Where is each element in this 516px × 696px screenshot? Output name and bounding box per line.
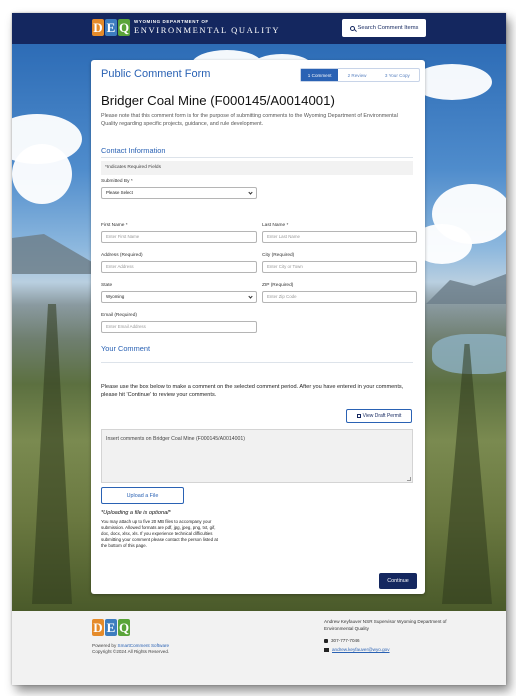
comment-placeholder: Insert comments on Bridger Coal Mine (F0… bbox=[106, 436, 245, 442]
state-label: State bbox=[101, 283, 113, 288]
tree bbox=[32, 304, 72, 604]
state-select[interactable]: Wyoming bbox=[101, 291, 257, 303]
resize-handle-icon[interactable] bbox=[407, 477, 411, 481]
zip-label: ZIP (Required) bbox=[262, 283, 294, 288]
state-value: Wyoming bbox=[106, 294, 125, 299]
first-name-label: First Name * bbox=[101, 223, 128, 228]
step-your-copy: 3 Your Copy bbox=[384, 72, 410, 78]
logo-letter-d: D bbox=[92, 19, 104, 36]
public-comment-form-card: Public Comment Form 1 Comment 2 Review 3… bbox=[91, 60, 425, 594]
logo-letter-e: E bbox=[105, 619, 117, 636]
page: D E Q WYOMING DEPARTMENT OF ENVIRONMENTA… bbox=[12, 13, 506, 685]
address-input[interactable]: Enter Address bbox=[101, 261, 257, 273]
address-label: Address (Required) bbox=[101, 253, 143, 258]
cloud bbox=[12, 144, 72, 204]
powered-by: Powered by SmartComment Software Copyrig… bbox=[92, 643, 169, 655]
mountain bbox=[12, 234, 92, 274]
contact-phone[interactable]: 307-777-7046 bbox=[331, 637, 360, 644]
agency-name: ENVIRONMENTAL QUALITY bbox=[134, 25, 281, 35]
email-input[interactable]: Enter Email Address bbox=[101, 321, 257, 333]
footer: D E Q Powered by SmartComment Software C… bbox=[12, 611, 506, 685]
chevron-down-icon bbox=[248, 190, 253, 195]
contact-person: Andrew Keyfauver NSR Supervisor Wyoming … bbox=[324, 619, 447, 631]
your-comment-heading: Your Comment bbox=[101, 344, 151, 353]
search-button-label: Search Comment Items bbox=[357, 25, 419, 31]
chevron-down-icon bbox=[248, 294, 253, 299]
city-label: City (Required) bbox=[262, 253, 295, 258]
search-icon bbox=[349, 25, 355, 31]
last-name-input[interactable]: Enter Last Name bbox=[262, 231, 417, 243]
phone-icon bbox=[324, 638, 328, 643]
dept-line: WYOMING DEPARTMENT OF bbox=[134, 19, 209, 24]
form-title: Public Comment Form bbox=[101, 68, 211, 80]
contact-block: Andrew Keyfauver NSR Supervisor Wyoming … bbox=[324, 618, 454, 653]
tree bbox=[442, 344, 492, 604]
submitted-by-select[interactable]: Please Select bbox=[101, 187, 257, 199]
upload-file-button[interactable]: Upload a File bbox=[101, 487, 184, 504]
zip-input[interactable]: Enter Zip Code bbox=[262, 291, 417, 303]
mountain bbox=[426, 274, 506, 304]
continue-button[interactable]: Continue bbox=[379, 573, 417, 589]
powered-by-prefix: Powered by bbox=[92, 643, 118, 648]
contact-information-heading: Contact Information bbox=[101, 146, 166, 155]
required-fields-note: *Indicates Required Fields bbox=[101, 161, 413, 175]
document-title: Bridger Coal Mine (F000145/A0014001) bbox=[101, 93, 335, 108]
comment-textarea[interactable]: Insert comments on Bridger Coal Mine (F0… bbox=[101, 429, 413, 483]
last-name-label: Last Name * bbox=[262, 223, 289, 228]
envelope-icon bbox=[324, 647, 329, 652]
progress-steps: 1 Comment 2 Review 3 Your Copy bbox=[300, 68, 420, 82]
external-link-icon bbox=[356, 414, 361, 418]
upload-optional-note: *Uploading a file is optional* bbox=[101, 510, 171, 516]
upload-instructions: You may attach up to five 20 MB files to… bbox=[101, 519, 218, 548]
copyright: Copyright ©2024 All Rights Reserved. bbox=[92, 649, 170, 654]
contact-email-link[interactable]: andrew.keyfauver@wyo.gov bbox=[332, 646, 390, 653]
divider bbox=[101, 157, 413, 158]
view-draft-permit-label: View Draft Permit bbox=[362, 413, 402, 419]
divider bbox=[101, 362, 413, 363]
logo-letter-e: E bbox=[105, 19, 117, 36]
city-input[interactable]: Enter City or Town bbox=[262, 261, 417, 273]
comment-instructions: Please use the box below to make a comme… bbox=[101, 384, 404, 398]
top-header: D E Q WYOMING DEPARTMENT OF ENVIRONMENTA… bbox=[12, 13, 506, 44]
submitted-by-label: Submitted By * bbox=[101, 179, 133, 184]
view-draft-permit-button[interactable]: View Draft Permit bbox=[346, 409, 412, 423]
logo-letter-q: Q bbox=[118, 619, 130, 636]
logo-letter-d: D bbox=[92, 619, 104, 636]
submitted-by-value: Please Select bbox=[106, 190, 133, 195]
step-review: 2 Review bbox=[347, 72, 367, 78]
first-name-input[interactable]: Enter First Name bbox=[101, 231, 257, 243]
deq-logo[interactable]: D E Q bbox=[92, 19, 131, 36]
agency-brand: WYOMING DEPARTMENT OF ENVIRONMENTAL QUAL… bbox=[134, 19, 280, 35]
smartcomment-link[interactable]: SmartComment Software bbox=[118, 643, 170, 648]
footer-deq-logo[interactable]: D E Q bbox=[92, 619, 131, 636]
logo-letter-q: Q bbox=[118, 19, 130, 36]
email-label: Email (Required) bbox=[101, 313, 137, 318]
intro-text: Please note that this comment form is fo… bbox=[101, 113, 398, 127]
search-comment-items-button[interactable]: Search Comment Items bbox=[342, 19, 426, 37]
step-comment: 1 Comment bbox=[301, 69, 339, 81]
